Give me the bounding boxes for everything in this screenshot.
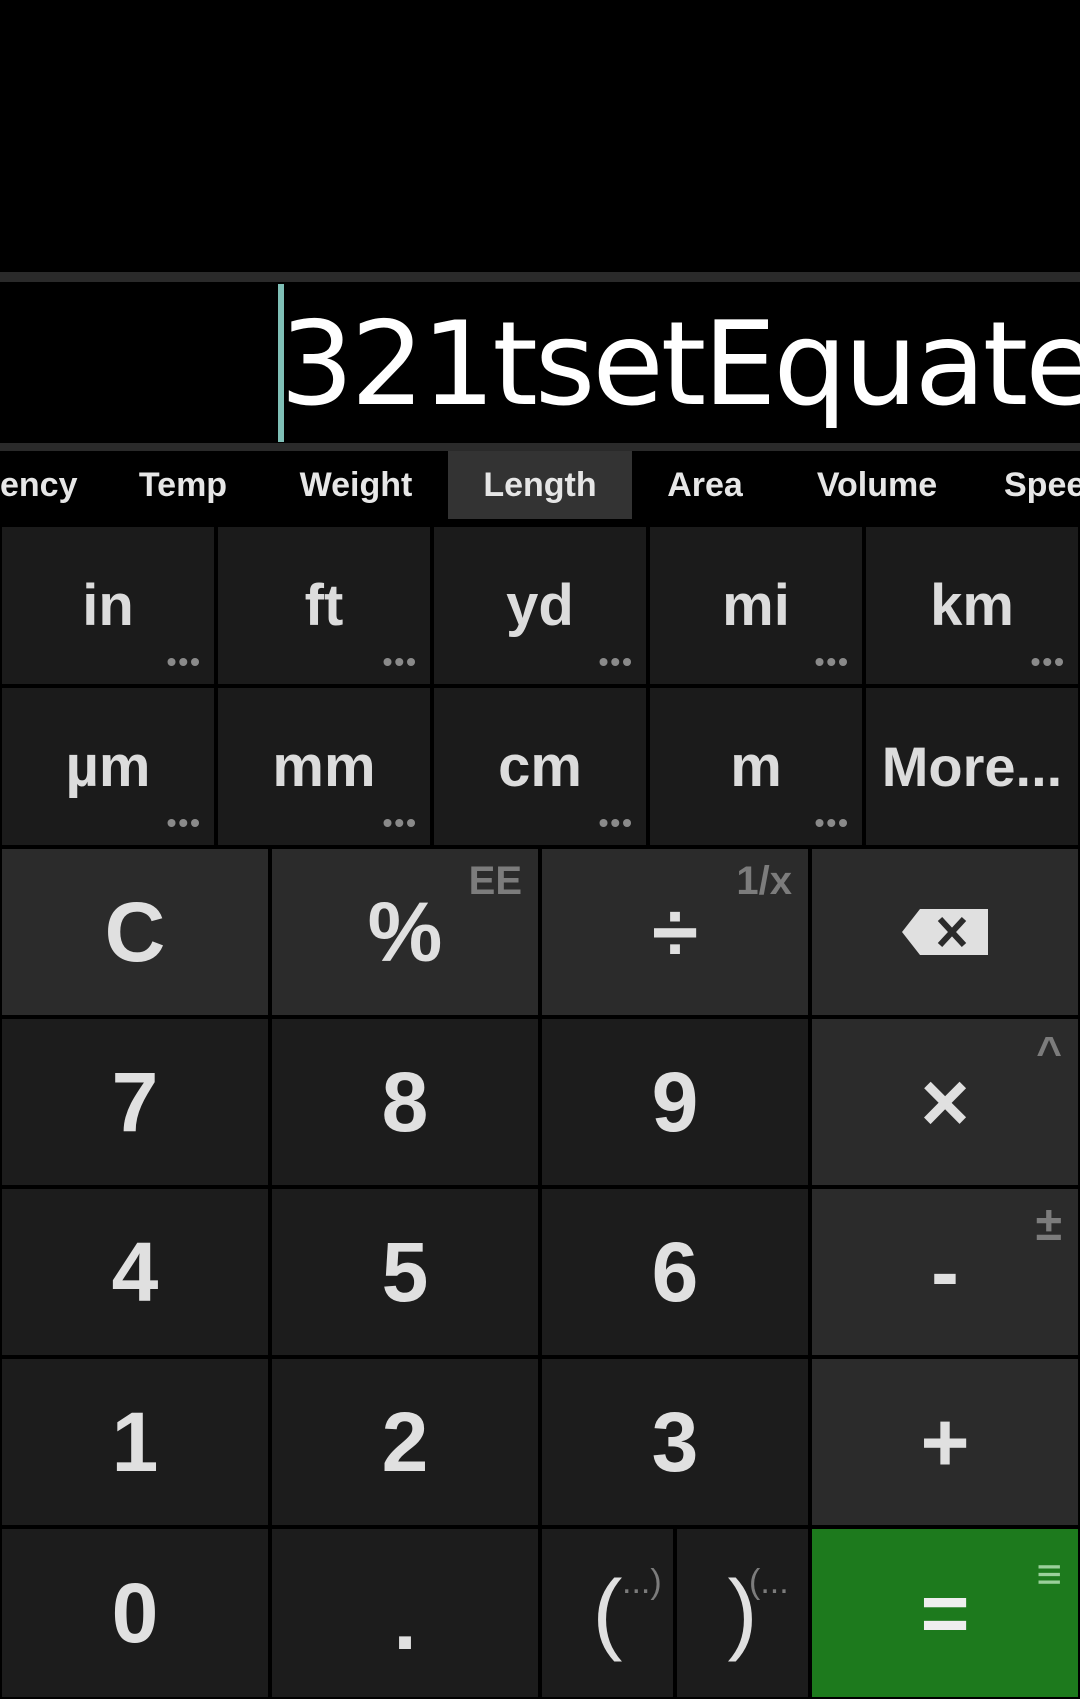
unit-label: cm bbox=[498, 734, 582, 799]
unit-mm-button[interactable]: mm ••• bbox=[216, 686, 432, 847]
clear-label: C bbox=[104, 884, 166, 979]
unit-mi-button[interactable]: mi ••• bbox=[648, 525, 864, 686]
expression-text: 321tsetEquate bbox=[280, 297, 1080, 432]
digit-label: 8 bbox=[381, 1054, 429, 1149]
more-dots-icon: ••• bbox=[814, 807, 850, 838]
more-dots-icon: ••• bbox=[166, 807, 202, 838]
unit-ft-button[interactable]: ft ••• bbox=[216, 525, 432, 686]
digit-6-button[interactable]: 6 bbox=[540, 1187, 810, 1357]
more-dots-icon: ••• bbox=[382, 646, 418, 677]
digit-label: 3 bbox=[651, 1394, 699, 1489]
unit-label: ft bbox=[304, 573, 344, 638]
unit-yd-button[interactable]: yd ••• bbox=[432, 525, 648, 686]
unit-label: m bbox=[730, 734, 782, 799]
more-dots-icon: ••• bbox=[382, 807, 418, 838]
tab-temp[interactable]: Temp bbox=[110, 451, 256, 519]
digit-2-button[interactable]: 2 bbox=[270, 1357, 540, 1527]
open-paren-label: ( bbox=[592, 1562, 623, 1663]
minus-button[interactable]: - ± bbox=[810, 1187, 1080, 1357]
history-area bbox=[0, 0, 1080, 272]
more-dots-icon: ••• bbox=[166, 646, 202, 677]
tab-volume[interactable]: Volume bbox=[800, 451, 954, 519]
digit-7-button[interactable]: 7 bbox=[0, 1017, 270, 1187]
reciprocal-alt-label: 1/x bbox=[736, 859, 792, 903]
digit-8-button[interactable]: 8 bbox=[270, 1017, 540, 1187]
expression-display[interactable]: 321tsetEquate bbox=[0, 282, 1080, 444]
open-paren-alt-label: ...) bbox=[622, 1563, 662, 1601]
unit-grid: in ••• ft ••• yd ••• mi ••• km ••• µm ••… bbox=[0, 525, 1080, 847]
backspace-button[interactable] bbox=[810, 847, 1080, 1017]
unit-label: yd bbox=[506, 573, 574, 638]
conversion-tabs: ency Temp Weight Length Area Volume Spee bbox=[0, 451, 1080, 525]
digit-label: 2 bbox=[381, 1394, 429, 1489]
digit-label: 6 bbox=[651, 1224, 699, 1319]
percent-label: % bbox=[367, 884, 443, 979]
minus-label: - bbox=[931, 1224, 959, 1319]
unit-label: km bbox=[930, 573, 1014, 638]
more-dots-icon: ••• bbox=[598, 646, 634, 677]
unit-um-button[interactable]: µm ••• bbox=[0, 686, 216, 847]
close-paren-button[interactable]: ) (... bbox=[675, 1527, 810, 1699]
digit-label: 7 bbox=[111, 1054, 159, 1149]
unit-label: µm bbox=[65, 734, 151, 799]
open-paren-button[interactable]: ( ...) bbox=[540, 1527, 675, 1699]
percent-button[interactable]: % EE bbox=[270, 847, 540, 1017]
digit-label: 9 bbox=[651, 1054, 699, 1149]
multiply-label: × bbox=[920, 1054, 970, 1149]
digit-1-button[interactable]: 1 bbox=[0, 1357, 270, 1527]
tab-currency[interactable]: ency bbox=[0, 451, 90, 519]
unit-in-button[interactable]: in ••• bbox=[0, 525, 216, 686]
equals-button[interactable]: = ≡ bbox=[810, 1527, 1080, 1699]
more-dots-icon: ••• bbox=[814, 646, 850, 677]
digit-label: 0 bbox=[111, 1565, 159, 1660]
digit-label: 5 bbox=[381, 1224, 429, 1319]
unit-label: mm bbox=[272, 734, 376, 799]
more-units-label: More... bbox=[881, 735, 1063, 798]
unit-label: mi bbox=[722, 573, 790, 638]
digit-3-button[interactable]: 3 bbox=[540, 1357, 810, 1527]
digit-9-button[interactable]: 9 bbox=[540, 1017, 810, 1187]
divide-label: ÷ bbox=[651, 884, 699, 979]
display-divider-top bbox=[0, 272, 1080, 282]
decimal-label: . bbox=[393, 1573, 417, 1667]
multiply-button[interactable]: × ^ bbox=[810, 1017, 1080, 1187]
close-paren-alt-label: (... bbox=[749, 1563, 789, 1601]
digit-0-button[interactable]: 0 bbox=[0, 1527, 270, 1699]
unit-cm-button[interactable]: cm ••• bbox=[432, 686, 648, 847]
plus-minus-alt-label: ± bbox=[1035, 1198, 1062, 1251]
tab-area[interactable]: Area bbox=[648, 451, 762, 519]
digit-5-button[interactable]: 5 bbox=[270, 1187, 540, 1357]
digit-label: 1 bbox=[111, 1394, 159, 1489]
digit-4-button[interactable]: 4 bbox=[0, 1187, 270, 1357]
plus-label: + bbox=[920, 1394, 970, 1489]
equals-label: = bbox=[920, 1565, 970, 1660]
keypad: C % EE ÷ 1/x 7 8 9 × ^ 4 5 6 - ± 1 2 3 +… bbox=[0, 847, 1080, 1699]
display-divider-bottom bbox=[0, 443, 1080, 451]
ee-alt-label: EE bbox=[468, 859, 522, 903]
tab-length[interactable]: Length bbox=[448, 451, 632, 519]
backspace-icon bbox=[902, 909, 988, 955]
menu-icon: ≡ bbox=[1036, 1550, 1062, 1599]
power-alt-label: ^ bbox=[1036, 1028, 1062, 1077]
tab-speed[interactable]: Spee bbox=[1004, 451, 1080, 519]
decimal-button[interactable]: . bbox=[270, 1527, 540, 1699]
more-dots-icon: ••• bbox=[1030, 646, 1066, 677]
digit-label: 4 bbox=[111, 1224, 159, 1319]
tab-weight[interactable]: Weight bbox=[272, 451, 440, 519]
unit-m-button[interactable]: m ••• bbox=[648, 686, 864, 847]
more-units-button[interactable]: More... bbox=[864, 686, 1080, 847]
unit-label: in bbox=[82, 573, 134, 638]
plus-button[interactable]: + bbox=[810, 1357, 1080, 1527]
divide-button[interactable]: ÷ 1/x bbox=[540, 847, 810, 1017]
unit-km-button[interactable]: km ••• bbox=[864, 525, 1080, 686]
clear-button[interactable]: C bbox=[0, 847, 270, 1017]
more-dots-icon: ••• bbox=[598, 807, 634, 838]
